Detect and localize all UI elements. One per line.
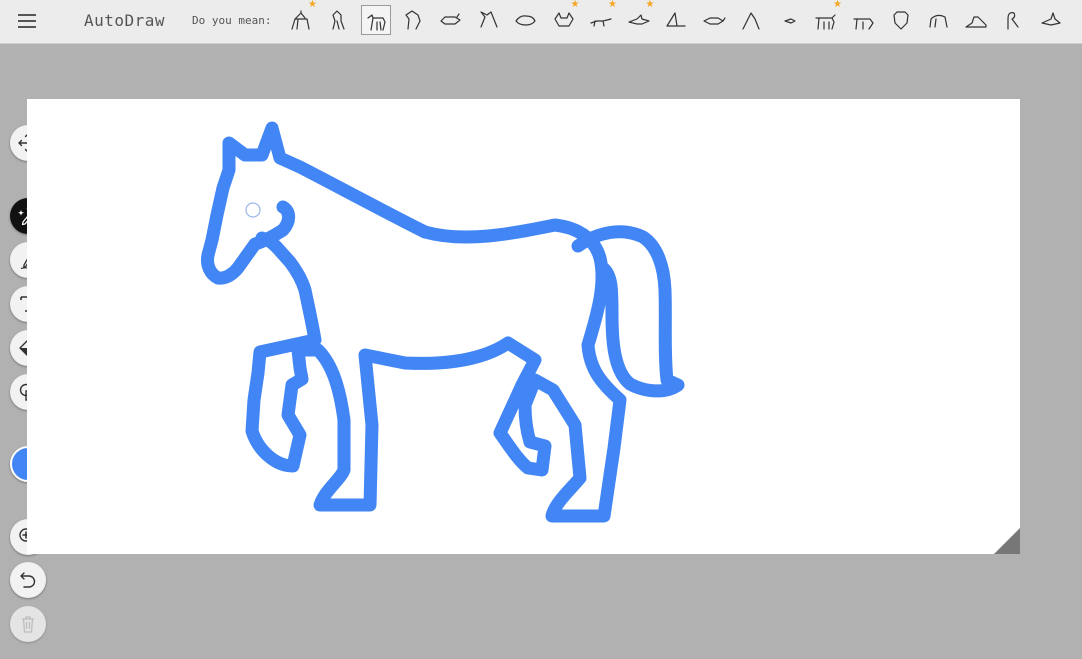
suggestion-list: ★ ★ ★ ★ ★ bbox=[286, 0, 1082, 38]
star-icon: ★ bbox=[570, 0, 580, 10]
hippo-icon[interactable] bbox=[511, 5, 541, 35]
top-bar: AutoDraw Do you mean: ★ ★ ★ ★ ★ bbox=[0, 0, 1082, 44]
horse-icon[interactable] bbox=[361, 5, 391, 35]
did-you-mean-label: Do you mean: bbox=[192, 14, 272, 27]
dinosaur-icon[interactable] bbox=[736, 5, 766, 35]
elephant-icon[interactable] bbox=[924, 5, 954, 35]
cursor-indicator bbox=[245, 202, 261, 218]
fin-icon[interactable] bbox=[661, 5, 691, 35]
cow-face-icon[interactable] bbox=[886, 5, 916, 35]
undo-icon bbox=[20, 572, 36, 588]
horse-head-icon[interactable] bbox=[399, 5, 429, 35]
delete-tool-button[interactable] bbox=[10, 606, 46, 642]
horse-drawing[interactable] bbox=[27, 99, 1020, 554]
star-icon: ★ bbox=[308, 0, 317, 10]
fox-icon[interactable]: ★ bbox=[549, 0, 580, 35]
app-title: AutoDraw bbox=[84, 11, 166, 30]
small-fish-icon[interactable] bbox=[774, 5, 804, 35]
lizard-icon[interactable]: ★ bbox=[586, 0, 617, 35]
drawing-canvas[interactable] bbox=[27, 99, 1020, 554]
star-icon: ★ bbox=[608, 0, 617, 10]
canvas-resize-handle[interactable] bbox=[994, 528, 1020, 554]
shoe-icon[interactable] bbox=[961, 5, 991, 35]
swan-icon[interactable] bbox=[999, 5, 1029, 35]
rearing-horse-icon[interactable] bbox=[324, 5, 354, 35]
star-icon: ★ bbox=[645, 0, 655, 10]
trash-icon bbox=[22, 616, 34, 633]
shark-icon[interactable]: ★ bbox=[624, 0, 655, 35]
giraffe-icon[interactable]: ★ bbox=[286, 0, 317, 35]
menu-icon[interactable] bbox=[14, 10, 40, 34]
cow-icon[interactable]: ★ bbox=[811, 0, 842, 35]
star-icon: ★ bbox=[833, 0, 842, 10]
dragon-icon[interactable] bbox=[474, 5, 504, 35]
fish-icon[interactable] bbox=[699, 5, 729, 35]
dog-icon[interactable] bbox=[849, 5, 879, 35]
rhino-icon[interactable] bbox=[436, 5, 466, 35]
hand-icon[interactable] bbox=[1036, 5, 1066, 35]
undo-tool-button[interactable] bbox=[10, 562, 46, 598]
